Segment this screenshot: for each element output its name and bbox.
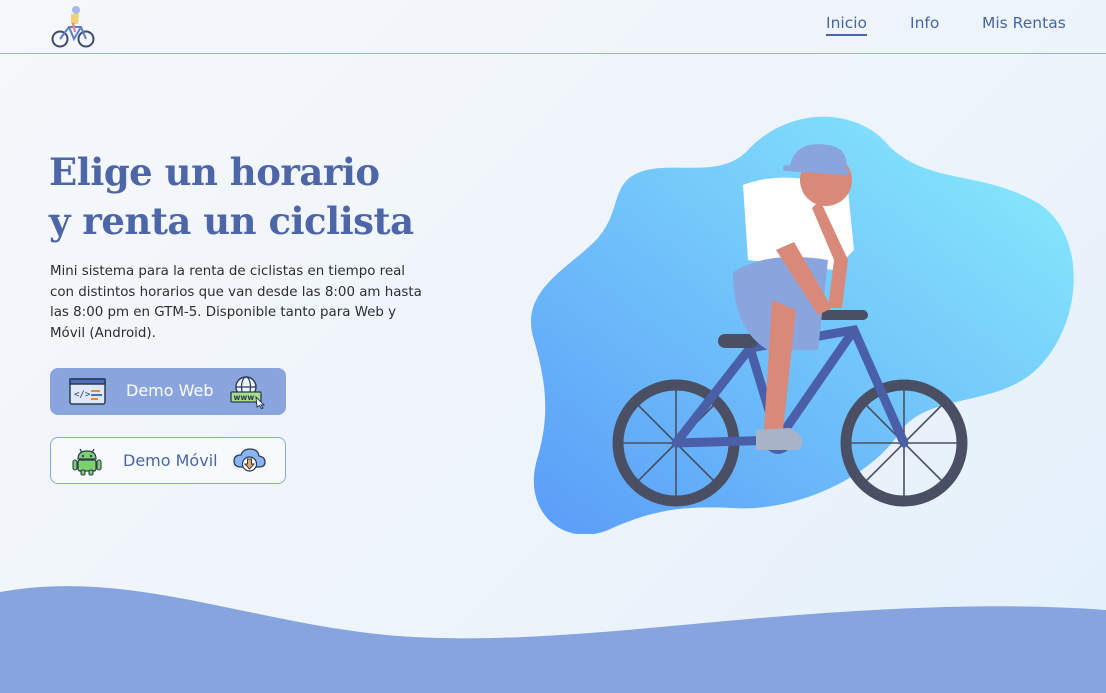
navbar: Inicio Info Mis Rentas: [0, 0, 1106, 54]
code-window-icon: </>: [69, 378, 106, 405]
nav-inicio-link[interactable]: Inicio: [826, 14, 868, 36]
demo-web-button[interactable]: </> Demo Web www: [50, 368, 286, 415]
cloud-download-icon: [233, 448, 266, 472]
svg-text:www: www: [234, 393, 255, 402]
cyclist-logo-icon[interactable]: [49, 2, 97, 50]
www-globe-icon: www: [230, 376, 266, 409]
hero-title-line-2: y renta un ciclista: [49, 199, 414, 243]
nav-mis-rentas-link[interactable]: Mis Rentas: [982, 14, 1066, 32]
hero-description: Mini sistema para la renta de ciclistas …: [50, 264, 422, 341]
nav-info-link[interactable]: Info: [910, 14, 939, 32]
svg-text:</>: </>: [74, 390, 91, 400]
android-icon: [72, 448, 102, 476]
hero-title-line-1: Elige un horario: [49, 150, 380, 194]
hero-title: Elige un horario y renta un ciclista: [49, 148, 414, 246]
demo-movil-button[interactable]: Demo Móvil: [50, 437, 286, 484]
demo-web-label: Demo Web: [126, 381, 214, 400]
bottom-wave: [0, 586, 1106, 693]
demo-movil-label: Demo Móvil: [123, 451, 218, 470]
cyclist-illustration: [531, 116, 1074, 534]
